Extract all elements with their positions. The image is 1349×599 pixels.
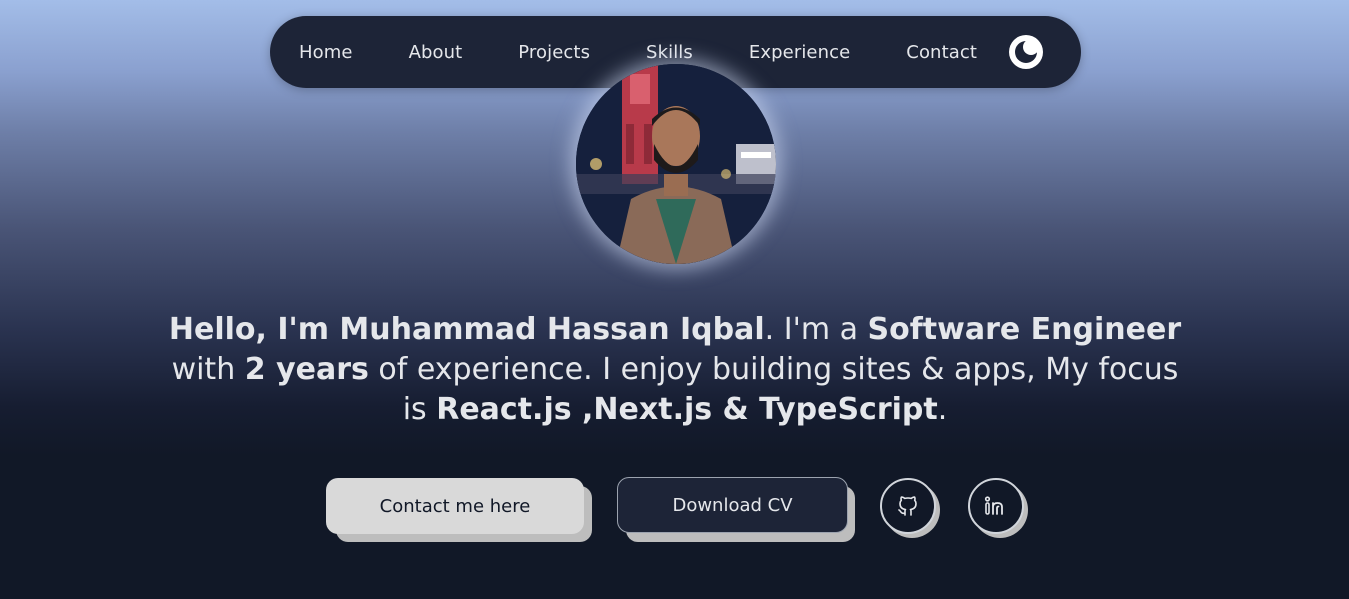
linkedin-icon bbox=[984, 496, 1003, 515]
nav-about[interactable]: About bbox=[409, 42, 463, 63]
theme-toggle-icon bbox=[1015, 39, 1040, 63]
profile-avatar bbox=[576, 64, 776, 264]
hero-intro: Hello, I'm Muhammad Hassan Iqbal. I'm a … bbox=[160, 310, 1190, 430]
linkedin-button[interactable] bbox=[968, 478, 1024, 534]
hero-experience: 2 years bbox=[244, 352, 369, 387]
hero-text-part: . bbox=[937, 392, 948, 427]
hero-text-part: . I'm a bbox=[764, 312, 868, 347]
github-button[interactable] bbox=[880, 478, 936, 534]
nav-skills[interactable]: Skills bbox=[646, 42, 693, 63]
contact-me-button[interactable]: Contact me here bbox=[326, 478, 584, 534]
hero-name: Hello, I'm Muhammad Hassan Iqbal bbox=[168, 312, 765, 347]
hero-focus: React.js ,Next.js & TypeScript bbox=[436, 392, 938, 427]
nav-experience[interactable]: Experience bbox=[749, 42, 850, 63]
hero-text-part: with bbox=[171, 352, 245, 387]
profile-photo bbox=[576, 64, 776, 264]
download-cv-button[interactable]: Download CV bbox=[617, 477, 848, 533]
github-icon bbox=[898, 496, 917, 516]
hero-role: Software Engineer bbox=[867, 312, 1182, 347]
nav-projects[interactable]: Projects bbox=[518, 42, 590, 63]
theme-toggle-button[interactable] bbox=[1009, 35, 1044, 69]
nav-home[interactable]: Home bbox=[299, 42, 353, 63]
nav-contact[interactable]: Contact bbox=[906, 42, 977, 63]
